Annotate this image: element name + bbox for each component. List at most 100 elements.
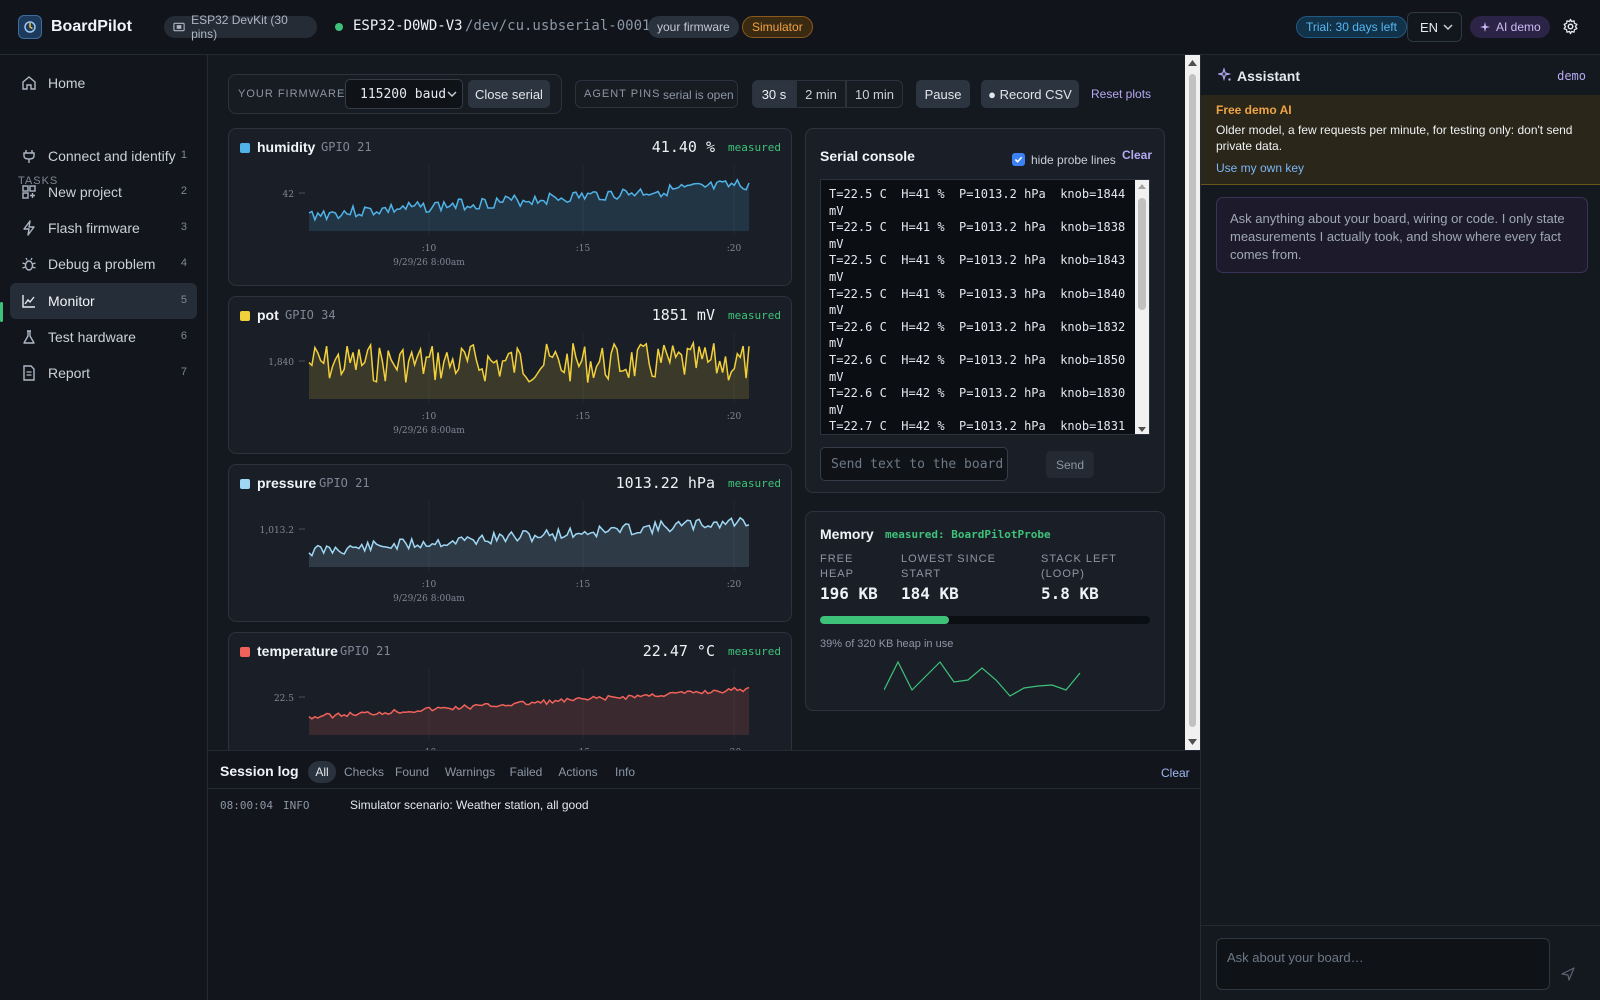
- pause-button[interactable]: Pause: [916, 80, 970, 108]
- memory-source: measured: BoardPilotProbe: [885, 528, 1051, 541]
- series-area: [309, 179, 749, 231]
- document-icon: [23, 365, 35, 381]
- y-tick-label: 22.5: [274, 694, 294, 704]
- console-send-button[interactable]: Send: [1046, 451, 1094, 478]
- log-tab-info[interactable]: Info: [609, 761, 641, 783]
- series-area: [309, 343, 749, 399]
- sidebar-item-flash[interactable]: Flash firmware 3: [10, 210, 197, 246]
- send-arrow-icon[interactable]: [1561, 967, 1575, 981]
- firmware-badge: your firmware: [648, 16, 739, 38]
- sidebar-item-debug[interactable]: Debug a problem 4: [10, 246, 197, 282]
- connection-status-dot: [335, 23, 343, 31]
- range-2min-button[interactable]: 2 min: [796, 80, 846, 108]
- main-scroll-thumb[interactable]: [1189, 74, 1196, 727]
- use-own-key-link[interactable]: Use my own key: [1216, 161, 1304, 175]
- console-scroll-thumb[interactable]: [1138, 198, 1146, 310]
- log-tab-all[interactable]: All: [308, 761, 336, 783]
- close-serial-button[interactable]: Close serial: [468, 80, 550, 108]
- pot-plot[interactable]: 1,840:10:15:20 9/29/26 8:00am: [229, 323, 793, 453]
- channel-card-humidity: humidity GPIO 21 41.40 % measured 42:10:…: [228, 128, 792, 286]
- x-axis-date: 9/29/26 8:00am: [393, 426, 465, 436]
- session-log-clear-button[interactable]: Clear: [1161, 766, 1190, 780]
- demo-notice-text: Older model, a few requests per minute, …: [1216, 123, 1573, 153]
- sidebar-item-label: New project: [48, 184, 122, 200]
- series-color-swatch: [240, 143, 250, 153]
- trial-badge[interactable]: Trial: 30 days left: [1296, 16, 1407, 38]
- reset-plots-link[interactable]: Reset plots: [1091, 87, 1151, 101]
- console-output[interactable]: T=22.5 C H=41 % P=1013.2 hPa knob=1844 m…: [820, 179, 1150, 435]
- sidebar-item-connect[interactable]: Connect and identify 1: [10, 138, 197, 174]
- sidebar-item-test[interactable]: Test hardware 6: [10, 319, 197, 355]
- log-tab-warnings[interactable]: Warnings: [440, 761, 500, 783]
- log-tab-checks[interactable]: Checks: [340, 761, 388, 783]
- x-axis-date: 9/29/26 8:00am: [393, 594, 465, 604]
- simulator-badge: Simulator: [742, 16, 813, 38]
- assistant-input[interactable]: Ask about your board…: [1216, 938, 1550, 990]
- series-color-swatch: [240, 311, 250, 321]
- main-scrollbar[interactable]: [1185, 55, 1200, 750]
- sidebar-item-number: 7: [180, 366, 187, 378]
- scroll-up-icon[interactable]: [1188, 59, 1197, 66]
- ai-demo-button[interactable]: AI demo: [1470, 16, 1550, 38]
- humidity-plot[interactable]: 42:10:15:20 9/29/26 8:00am: [229, 155, 793, 285]
- flask-icon: [23, 330, 35, 344]
- heap-usage-bar: [820, 616, 1150, 624]
- firmware-group: YOUR FIRMWARE 115200 baud Close serial: [228, 74, 562, 114]
- x-tick-label: :10: [422, 580, 437, 590]
- channel-card-pot: pot GPIO 34 1851 mV measured 1,840:10:15…: [228, 296, 792, 454]
- series-color-swatch: [240, 647, 250, 657]
- baud-select[interactable]: 115200 baud: [345, 79, 463, 109]
- home-icon: [22, 76, 36, 90]
- scroll-down-icon[interactable]: [1138, 427, 1146, 433]
- record-csv-button[interactable]: ● Record CSV: [981, 80, 1079, 108]
- sidebar-item-number: 5: [180, 294, 187, 306]
- checkmark-icon: [1014, 156, 1023, 163]
- sidebar-item-home[interactable]: Home: [10, 65, 197, 101]
- sidebar-item-monitor[interactable]: Monitor 5: [10, 283, 197, 319]
- log-tab-actions[interactable]: Actions: [555, 761, 601, 783]
- channel-name: humidity: [257, 139, 316, 155]
- sidebar-item-number: 1: [180, 149, 187, 161]
- console-clear-button[interactable]: Clear: [1122, 148, 1152, 162]
- app-title: BoardPilot: [51, 18, 132, 35]
- sidebar-item-report[interactable]: Report 7: [10, 355, 197, 391]
- x-tick-label: :15: [576, 580, 591, 590]
- stat-label: FREE HEAP: [820, 553, 854, 580]
- hide-probe-checkbox[interactable]: [1012, 153, 1025, 166]
- sidebar-item-label: Report: [48, 365, 91, 381]
- board-selector[interactable]: ESP32 DevKit (30 pins): [164, 13, 317, 41]
- settings-gear-icon[interactable]: [1562, 18, 1579, 35]
- memory-title: Memory: [820, 526, 874, 542]
- assistant-intro-text: Ask anything about your board, wiring or…: [1230, 211, 1565, 262]
- console-title: Serial console: [820, 148, 915, 164]
- range-30s-button[interactable]: 30 s: [752, 80, 796, 108]
- sparkle-icon: [1218, 68, 1232, 82]
- bug-icon: [22, 257, 36, 271]
- scroll-up-icon[interactable]: [1138, 183, 1146, 189]
- measured-badge: measured: [728, 141, 781, 154]
- sidebar-item-label: Flash firmware: [48, 220, 140, 236]
- x-tick-label: :10: [422, 412, 437, 422]
- sidebar-item-label: Monitor: [48, 293, 95, 309]
- range-10min-button[interactable]: 10 min: [846, 80, 903, 108]
- sidebar-item-new-project[interactable]: New project 2: [10, 174, 197, 210]
- console-send-input[interactable]: Send text to the board: [820, 447, 1008, 481]
- console-scrollbar[interactable]: [1135, 180, 1149, 434]
- temperature-plot[interactable]: 22.5:10:15:20: [229, 659, 793, 750]
- channel-value: 41.40 %: [651, 138, 715, 156]
- serial-console-card: Serial console hide probe lines Clear T=…: [805, 128, 1165, 493]
- log-entry-level: INFO: [283, 799, 310, 812]
- sidebar-item-number: 6: [180, 330, 187, 342]
- log-tab-found[interactable]: Found: [392, 761, 432, 783]
- sidebar-item-number: 2: [180, 185, 187, 197]
- y-tick-label: 1,840: [268, 358, 294, 368]
- channel-value: 1851 mV: [651, 306, 715, 324]
- pressure-plot[interactable]: 1,013.2:10:15:20 9/29/26 8:00am: [229, 491, 793, 621]
- memory-card: Memory measured: BoardPilotProbe FREE HE…: [805, 511, 1165, 711]
- hide-probe-label[interactable]: hide probe lines: [1031, 153, 1116, 167]
- y-tick-label: 1,013.2: [260, 526, 294, 536]
- log-tab-failed[interactable]: Failed: [506, 761, 546, 783]
- scroll-down-icon[interactable]: [1188, 739, 1197, 746]
- board-chip-icon: [173, 22, 185, 32]
- language-select[interactable]: EN: [1407, 12, 1462, 42]
